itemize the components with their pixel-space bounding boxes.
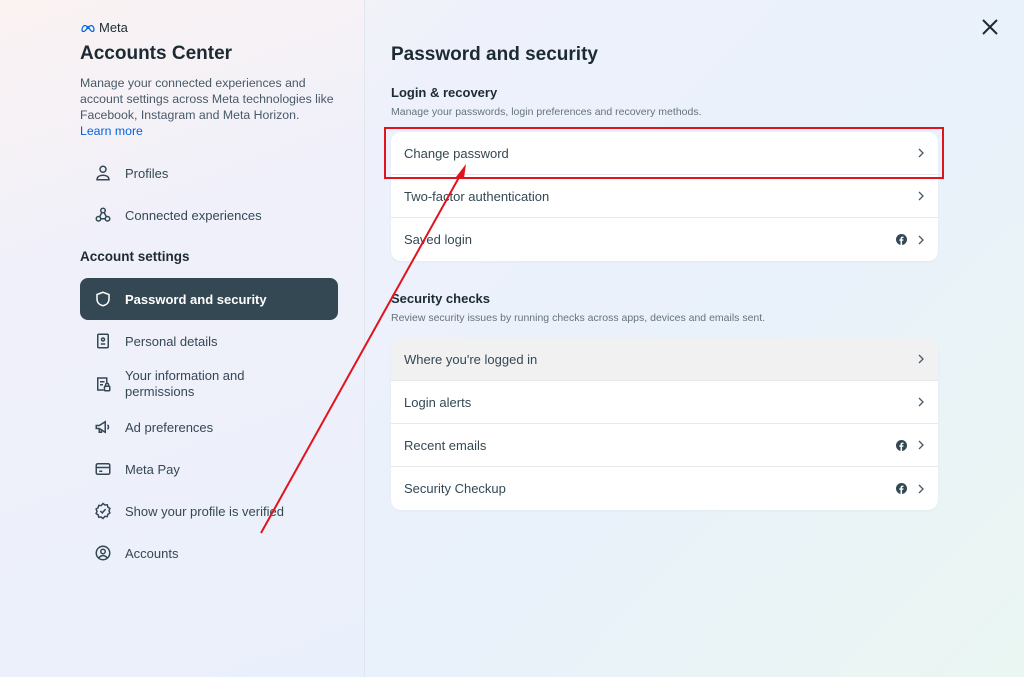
row-label: Saved login — [404, 232, 472, 247]
verified-badge-icon — [80, 502, 125, 520]
login-recovery-card: Change password Two-factor authenticatio… — [391, 132, 938, 261]
change-password-row[interactable]: Change password — [391, 132, 938, 175]
sidebar-item-profiles[interactable]: Profiles — [80, 161, 338, 185]
sidebar-item-your-information-and-permissions[interactable]: Your information and permissions — [80, 367, 338, 401]
connected-nodes-icon — [80, 206, 125, 224]
sidebar-item-label: Show your profile is verified — [125, 503, 284, 519]
sidebar-item-label: Password and security — [125, 291, 267, 307]
row-label: Security Checkup — [404, 481, 506, 496]
sidebar-item-label: Accounts — [125, 545, 179, 561]
meta-infinity-icon — [81, 24, 95, 32]
sidebar-item-label: Personal details — [125, 333, 218, 349]
sidebar-item-label: Profiles — [125, 165, 169, 181]
accounts-center-title: Accounts Center — [80, 43, 233, 64]
sidebar-item-label: Meta Pay — [125, 461, 180, 477]
sidebar-item-connected-experiences[interactable]: Connected experiences — [80, 203, 338, 227]
chevron-right-icon — [918, 148, 924, 158]
document-lock-icon — [80, 375, 125, 393]
sidebar-item-show-profile-verified[interactable]: Show your profile is verified — [80, 499, 338, 523]
person-icon — [80, 164, 125, 182]
facebook-icon — [896, 234, 907, 245]
close-icon[interactable] — [980, 17, 1000, 37]
two-factor-authentication-row[interactable]: Two-factor authentication — [391, 175, 938, 218]
chevron-right-icon — [918, 235, 924, 244]
row-label: Change password — [404, 145, 509, 161]
sidebar-item-password-and-security[interactable]: Password and security — [80, 278, 338, 320]
sidebar: Meta Accounts Center Manage your connect… — [0, 0, 365, 677]
recent-emails-row[interactable]: Recent emails — [391, 424, 938, 467]
facebook-icon — [896, 483, 907, 494]
sidebar-item-label: Ad preferences — [125, 419, 214, 435]
security-checks-description: Review security issues by running checks… — [391, 312, 766, 324]
description-text: Manage your connected experiences and ac… — [80, 76, 334, 122]
row-label: Where you're logged in — [404, 351, 538, 367]
accounts-center-description: Manage your connected experiences and ac… — [80, 75, 340, 139]
row-label: Recent emails — [404, 437, 487, 453]
where-logged-in-row[interactable]: Where you're logged in — [391, 338, 938, 381]
credit-card-icon — [80, 460, 125, 478]
security-checks-heading: Security checks — [391, 291, 491, 306]
chevron-right-icon — [918, 484, 924, 493]
sidebar-item-meta-pay[interactable]: Meta Pay — [80, 457, 338, 481]
row-label: Two-factor authentication — [404, 188, 550, 204]
sidebar-item-ad-preferences[interactable]: Ad preferences — [80, 415, 338, 439]
sidebar-item-personal-details[interactable]: Personal details — [80, 329, 338, 353]
saved-login-row[interactable]: Saved login — [391, 218, 938, 261]
sidebar-item-label: Connected experiences — [125, 207, 262, 223]
account-settings-label: Account settings — [80, 249, 190, 264]
learn-more-link[interactable]: Learn more — [80, 123, 340, 139]
login-recovery-heading: Login & recovery — [391, 85, 498, 100]
chevron-right-icon — [918, 440, 924, 450]
brand-name: Meta — [99, 20, 128, 35]
security-checks-card: Where you're logged in Login alerts Rece… — [391, 338, 938, 510]
login-recovery-description: Manage your passwords, login preferences… — [391, 106, 702, 118]
account-circle-icon — [80, 544, 125, 562]
megaphone-icon — [80, 418, 125, 436]
page-title: Password and security — [391, 44, 598, 65]
login-alerts-row[interactable]: Login alerts — [391, 381, 938, 424]
row-label: Login alerts — [404, 394, 472, 410]
facebook-icon — [896, 439, 907, 451]
shield-icon — [80, 290, 125, 308]
security-checkup-row[interactable]: Security Checkup — [391, 467, 938, 510]
meta-logo: Meta — [80, 20, 128, 35]
id-card-icon — [80, 332, 125, 350]
chevron-right-icon — [918, 191, 924, 201]
sidebar-item-label: Your information and permissions — [125, 368, 245, 399]
chevron-right-icon — [918, 397, 924, 407]
sidebar-item-accounts[interactable]: Accounts — [80, 541, 338, 565]
chevron-right-icon — [918, 354, 924, 364]
